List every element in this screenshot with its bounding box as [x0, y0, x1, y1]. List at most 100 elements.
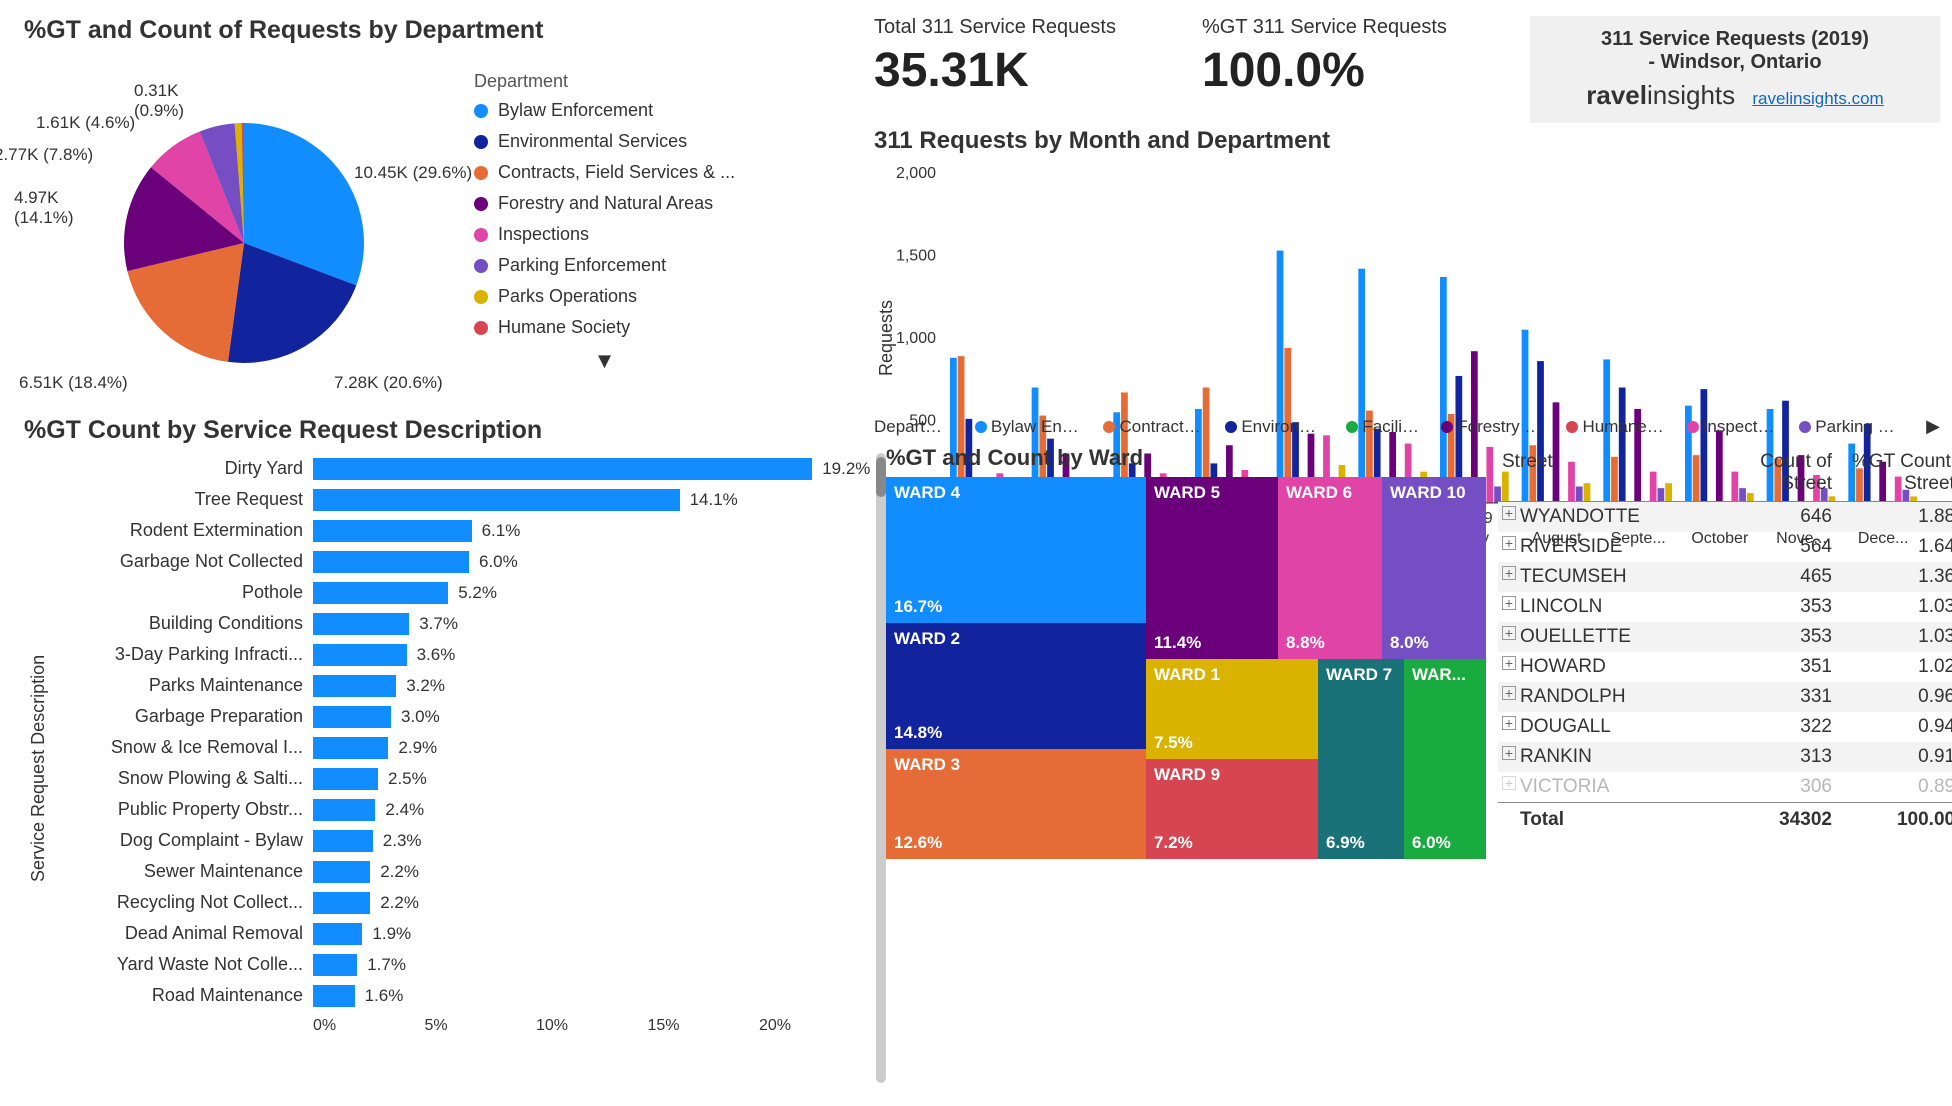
table-row[interactable]: + DOUGALL 322 0.94%	[1498, 712, 1952, 742]
legend-item[interactable]: Parks Operations	[474, 286, 735, 307]
treemap-cell[interactable]: WARD 511.4%	[1146, 477, 1278, 659]
hbar-row[interactable]: Dirty Yard 19.2%	[53, 453, 870, 484]
expand-icon[interactable]: +	[1502, 746, 1516, 760]
legend-item[interactable]: Humane Society	[474, 317, 735, 338]
table-row[interactable]: + RANDOLPH 331 0.96%	[1498, 682, 1952, 712]
hbar-row[interactable]: Snow Plowing & Salti... 2.5%	[53, 763, 870, 794]
monthly-legend-item[interactable]: Inspections	[1687, 417, 1778, 437]
expand-icon[interactable]: +	[1502, 716, 1516, 730]
hbar-value: 3.7%	[419, 614, 458, 634]
hbar-bar[interactable]	[313, 520, 472, 542]
monthly-legend-item[interactable]: Bylaw Enfor...	[975, 417, 1082, 437]
street-col-name[interactable]: Street	[1502, 451, 1712, 495]
table-row[interactable]: + VICTORIA 306 0.89%	[1498, 772, 1952, 802]
expand-icon[interactable]: +	[1502, 536, 1516, 550]
legend-dropdown-icon[interactable]: ▼	[474, 348, 735, 374]
treemap-cell[interactable]: WAR...6.0%	[1404, 659, 1486, 859]
treemap-cell[interactable]: WARD 68.8%	[1278, 477, 1382, 659]
hbar-bar[interactable]	[313, 613, 409, 635]
legend-item[interactable]: Parking Enforcement	[474, 255, 735, 276]
hbar-row[interactable]: Parks Maintenance 3.2%	[53, 670, 870, 701]
legend-next-icon[interactable]: ▶	[1926, 416, 1940, 437]
street-count: 313	[1712, 746, 1832, 768]
monthly-legend-item[interactable]: Contracts, ...	[1103, 417, 1203, 437]
hbar-row[interactable]: Road Maintenance 1.6%	[53, 980, 870, 1011]
hbar-bar[interactable]	[313, 706, 391, 728]
hbar-row[interactable]: Garbage Not Collected 6.0%	[53, 546, 870, 577]
legend-item[interactable]: Forestry and Natural Areas	[474, 193, 735, 214]
hbar-row[interactable]: Public Property Obstr... 2.4%	[53, 794, 870, 825]
legend-item[interactable]: Contracts, Field Services & ...	[474, 162, 735, 183]
treemap-cell[interactable]: WARD 108.0%	[1382, 477, 1486, 659]
treemap-cell[interactable]: WARD 416.7%	[886, 477, 1146, 623]
hbar-bar[interactable]	[313, 675, 396, 697]
table-row[interactable]: + HOWARD 351 1.02%	[1498, 652, 1952, 682]
monthly-legend-item[interactable]: Parking Enf...	[1799, 417, 1904, 437]
treemap-label: WARD 3	[894, 755, 1138, 775]
hbar-bar[interactable]	[313, 582, 448, 604]
hbar-value: 2.9%	[398, 738, 437, 758]
brand-link[interactable]: ravelinsights.com	[1752, 89, 1883, 108]
legend-item[interactable]: Bylaw Enforcement	[474, 100, 735, 121]
treemap-cell[interactable]: WARD 214.8%	[886, 623, 1146, 749]
hbar-row[interactable]: Pothole 5.2%	[53, 577, 870, 608]
hbar-bar[interactable]	[313, 489, 680, 511]
street-col-pct[interactable]: %GT Count of Street ▼	[1832, 451, 1952, 495]
legend-item[interactable]: Environmental Services	[474, 131, 735, 152]
hbar-row[interactable]: Garbage Preparation 3.0%	[53, 701, 870, 732]
treemap-cell[interactable]: WARD 17.5%	[1146, 659, 1318, 759]
treemap-cell[interactable]: WARD 76.9%	[1318, 659, 1404, 859]
hbar-row[interactable]: Dead Animal Removal 1.9%	[53, 918, 870, 949]
hbar-row[interactable]: Recycling Not Collect... 2.2%	[53, 887, 870, 918]
expand-icon[interactable]: +	[1502, 626, 1516, 640]
hbar-row[interactable]: Snow & Ice Removal I... 2.9%	[53, 732, 870, 763]
hbar-value: 6.1%	[482, 521, 521, 541]
hbar-bar[interactable]	[313, 737, 388, 759]
monthly-legend-item[interactable]: Forestry an...	[1441, 417, 1544, 437]
hbar-bar[interactable]	[313, 644, 407, 666]
treemap-cell[interactable]: WARD 97.2%	[1146, 759, 1318, 859]
monthly-legend-item[interactable]: Humane S...	[1566, 417, 1664, 437]
hbar-bar[interactable]	[313, 954, 357, 976]
table-row[interactable]: + TECUMSEH 465 1.36%	[1498, 562, 1952, 592]
pie-chart[interactable]: 10.45K (29.6%)7.28K (20.6%)6.51K (18.4%)…	[24, 53, 464, 393]
hbar-bar[interactable]	[313, 551, 469, 573]
table-row[interactable]: + LINCOLN 353 1.03%	[1498, 592, 1952, 622]
hbar-row[interactable]: Dog Complaint - Bylaw 2.3%	[53, 825, 870, 856]
table-row[interactable]: + RIVERSIDE 564 1.64%	[1498, 532, 1952, 562]
monthly-legend-item[interactable]: Facilities	[1346, 417, 1419, 437]
table-row[interactable]: + RANKIN 313 0.91%	[1498, 742, 1952, 772]
hbar-bar[interactable]	[313, 923, 362, 945]
hbar-bar[interactable]	[313, 861, 370, 883]
hbar-bar[interactable]	[313, 985, 355, 1007]
hbar-row[interactable]: Yard Waste Not Colle... 1.7%	[53, 949, 870, 980]
treemap-cell[interactable]: WARD 312.6%	[886, 749, 1146, 859]
hbar-chart[interactable]: Dirty Yard 19.2%Tree Request 14.1%Rodent…	[53, 453, 870, 1083]
table-row[interactable]: + WYANDOTTE 646 1.88%	[1498, 502, 1952, 532]
street-total-row: Total 34302 100.00%	[1498, 802, 1952, 837]
legend-item[interactable]: Inspections	[474, 224, 735, 245]
monthly-legend-item[interactable]: Environme...	[1225, 417, 1324, 437]
hbar-bar[interactable]	[313, 768, 378, 790]
x-tick-label: 20%	[759, 1017, 870, 1035]
expand-icon[interactable]: +	[1502, 566, 1516, 580]
hbar-bar[interactable]	[313, 458, 812, 480]
expand-icon[interactable]: +	[1502, 596, 1516, 610]
street-col-count[interactable]: Count of Street	[1712, 451, 1832, 495]
hbar-row[interactable]: Rodent Extermination 6.1%	[53, 515, 870, 546]
hbar-row[interactable]: Tree Request 14.1%	[53, 484, 870, 515]
hbar-bar[interactable]	[313, 799, 375, 821]
hbar-bar[interactable]	[313, 892, 370, 914]
street-header[interactable]: Street Count of Street %GT Count of Stre…	[1498, 445, 1952, 502]
expand-icon[interactable]: +	[1502, 686, 1516, 700]
expand-icon[interactable]: +	[1502, 776, 1516, 790]
table-row[interactable]: + OUELLETTE 353 1.03%	[1498, 622, 1952, 652]
pie-slice-label: 10.45K (29.6%)	[354, 163, 472, 183]
expand-icon[interactable]: +	[1502, 506, 1516, 520]
hbar-bar[interactable]	[313, 830, 373, 852]
hbar-row[interactable]: Sewer Maintenance 2.2%	[53, 856, 870, 887]
expand-icon[interactable]: +	[1502, 656, 1516, 670]
hbar-row[interactable]: Building Conditions 3.7%	[53, 608, 870, 639]
treemap-chart[interactable]: WARD 416.7%WARD 214.8%WARD 312.6%WARD 51…	[886, 477, 1486, 859]
hbar-row[interactable]: 3-Day Parking Infracti... 3.6%	[53, 639, 870, 670]
